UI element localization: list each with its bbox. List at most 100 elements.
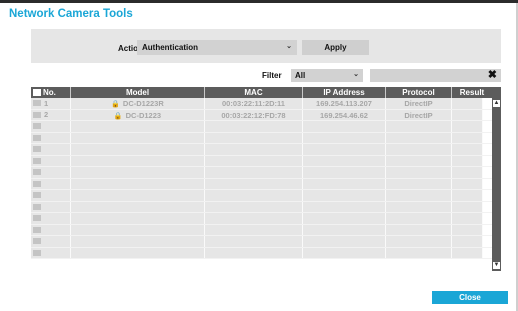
column-header-label: No. (43, 88, 56, 97)
table-row[interactable] (31, 213, 492, 225)
model-cell (71, 155, 205, 166)
protocol-cell (386, 201, 452, 212)
apply-button[interactable]: Apply (302, 40, 369, 55)
column-header-mac[interactable]: MAC (205, 87, 303, 98)
ip-cell: 169.254.113.207 (303, 98, 386, 109)
row-checkbox[interactable] (33, 111, 41, 118)
ip-cell (303, 178, 386, 189)
protocol-cell (386, 247, 452, 258)
mac-cell (205, 121, 303, 132)
model-cell: 🔒 DC-D1223R (71, 98, 205, 109)
table-row[interactable] (31, 190, 492, 202)
table-row[interactable] (31, 155, 492, 167)
table-row[interactable] (31, 247, 492, 259)
model-cell (71, 121, 205, 132)
row-number-cell (31, 155, 71, 166)
row-checkbox[interactable] (33, 203, 41, 210)
row-checkbox[interactable] (33, 226, 41, 233)
row-checkbox[interactable] (33, 215, 41, 222)
row-number-cell (31, 213, 71, 224)
scroll-up-icon[interactable]: ▲ (493, 100, 500, 107)
mac-cell (205, 132, 303, 143)
table-row[interactable]: 2 🔒 DC-D1223 00:03:22:12:FD:78 169.254.46.62… (31, 109, 492, 121)
mac-cell: 00:03:22:12:FD:78 (205, 109, 303, 120)
row-number-cell (31, 236, 71, 247)
row-number-cell (31, 247, 71, 258)
row-checkbox[interactable] (33, 157, 41, 164)
mac-cell (205, 144, 303, 155)
table-row[interactable] (31, 224, 492, 236)
filter-dropdown[interactable]: All ⌄ (291, 69, 363, 82)
row-number-cell (31, 144, 71, 155)
clear-icon[interactable]: ✖ (488, 68, 497, 81)
protocol-cell (386, 236, 452, 247)
close-button[interactable]: Close (432, 291, 508, 304)
mac-cell (205, 201, 303, 212)
result-cell (452, 236, 483, 247)
scroll-down-icon[interactable]: ▼ (493, 262, 500, 269)
protocol-cell (386, 213, 452, 224)
column-header-model[interactable]: Model (71, 87, 205, 98)
table-row[interactable] (31, 201, 492, 213)
row-number: 1 (44, 98, 49, 108)
table-row[interactable] (31, 167, 492, 179)
table-row[interactable] (31, 236, 492, 248)
lock-icon: 🔒 (111, 101, 120, 108)
model-cell (71, 190, 205, 201)
result-cell (452, 201, 483, 212)
camera-table: No. Model MAC IP Address Protocol Result… (31, 87, 501, 271)
mac-cell (205, 236, 303, 247)
row-checkbox[interactable] (33, 134, 41, 141)
mac-cell (205, 167, 303, 178)
row-checkbox[interactable] (33, 180, 41, 187)
protocol-cell (386, 178, 452, 189)
row-number-cell (31, 167, 71, 178)
row-checkbox[interactable] (33, 123, 41, 130)
chevron-down-icon: ⌄ (286, 43, 292, 50)
action-dropdown[interactable]: Authentication ⌄ (137, 40, 297, 55)
result-cell (452, 144, 483, 155)
result-cell (452, 224, 483, 235)
mac-cell (205, 247, 303, 258)
row-checkbox[interactable] (33, 169, 41, 176)
column-header-no[interactable]: No. (31, 87, 71, 98)
table-row[interactable] (31, 144, 492, 156)
table-rows: 1 🔒 DC-D1223R 00:03:22:11:2D:11 169.254.113.… (31, 98, 492, 259)
result-cell (452, 167, 483, 178)
row-checkbox[interactable] (33, 249, 41, 256)
row-checkbox[interactable] (33, 238, 41, 245)
model-cell (71, 178, 205, 189)
table-row[interactable] (31, 132, 492, 144)
row-number-cell (31, 224, 71, 235)
table-row[interactable] (31, 178, 492, 190)
model-cell (71, 247, 205, 258)
vertical-scrollbar[interactable]: ▲ ▼ (492, 98, 501, 271)
row-checkbox[interactable] (33, 100, 41, 107)
protocol-cell (386, 167, 452, 178)
table-row[interactable] (31, 121, 492, 133)
ip-cell (303, 224, 386, 235)
column-header-ip[interactable]: IP Address (303, 87, 386, 98)
filter-selected-value: All (295, 71, 306, 80)
result-cell (452, 109, 483, 120)
row-number-cell (31, 201, 71, 212)
select-all-checkbox[interactable] (33, 89, 41, 96)
model-cell (71, 167, 205, 178)
protocol-cell (386, 155, 452, 166)
row-checkbox[interactable] (33, 146, 41, 153)
protocol-cell: DirectIP (386, 98, 452, 109)
table-row[interactable]: 1 🔒 DC-D1223R 00:03:22:11:2D:11 169.254.113.… (31, 98, 492, 110)
row-checkbox[interactable] (33, 192, 41, 199)
column-header-result[interactable]: Result (452, 87, 492, 98)
result-cell (452, 213, 483, 224)
model-cell (71, 144, 205, 155)
ip-cell (303, 236, 386, 247)
protocol-cell (386, 144, 452, 155)
search-input[interactable]: ✖ (370, 69, 501, 82)
result-cell (452, 98, 483, 109)
result-cell (452, 121, 483, 132)
ip-cell (303, 155, 386, 166)
row-number-cell (31, 190, 71, 201)
column-header-protocol[interactable]: Protocol (386, 87, 452, 98)
mac-cell (205, 213, 303, 224)
